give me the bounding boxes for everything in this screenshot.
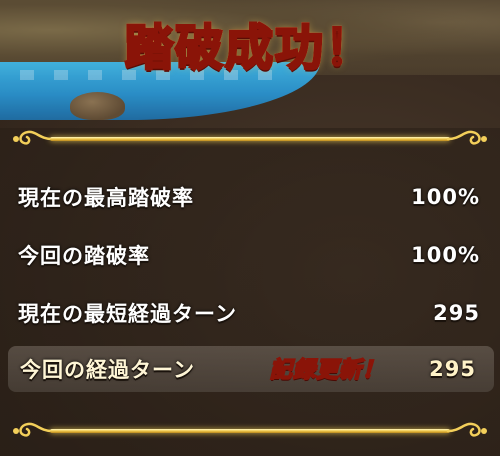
stat-label: 現在の最短経過ターン [18,302,237,326]
stat-row-best-rate: 現在の最高踏破率 100% [18,180,484,214]
stat-value: 295 [433,301,480,325]
ornament-flourish-icon [446,130,487,145]
ornament-flourish-icon [13,130,54,145]
ornament-flourish-icon [13,422,54,437]
bottom-divider [10,420,490,442]
result-title: 踏破成功！ [0,8,500,78]
stat-label: 現在の最高踏破率 [18,186,194,210]
stat-row-current-turns: 今回の経過ターン 記録更新！ 295 [8,346,494,392]
stat-label: 今回の経過ターン [20,358,195,382]
stat-value: 295 [429,357,476,381]
rock [70,92,125,120]
ornament-flourish-icon [446,422,487,437]
stat-value: 100% [411,243,480,267]
stat-row-best-turns: 現在の最短経過ターン 295 [18,296,484,330]
top-divider [10,128,490,150]
stat-row-current-rate: 今回の踏破率 100% [18,238,484,272]
stat-label: 今回の踏破率 [18,244,150,268]
new-record-badge: 記録更新！ [269,357,386,384]
divider-line [50,429,450,433]
result-title-text: 踏破成功！ [123,8,375,78]
divider-line [50,137,450,141]
stat-value: 100% [411,185,480,209]
result-panel: 現在の最高踏破率 100% 今回の踏破率 100% 現在の最短経過ターン 295… [0,128,500,456]
